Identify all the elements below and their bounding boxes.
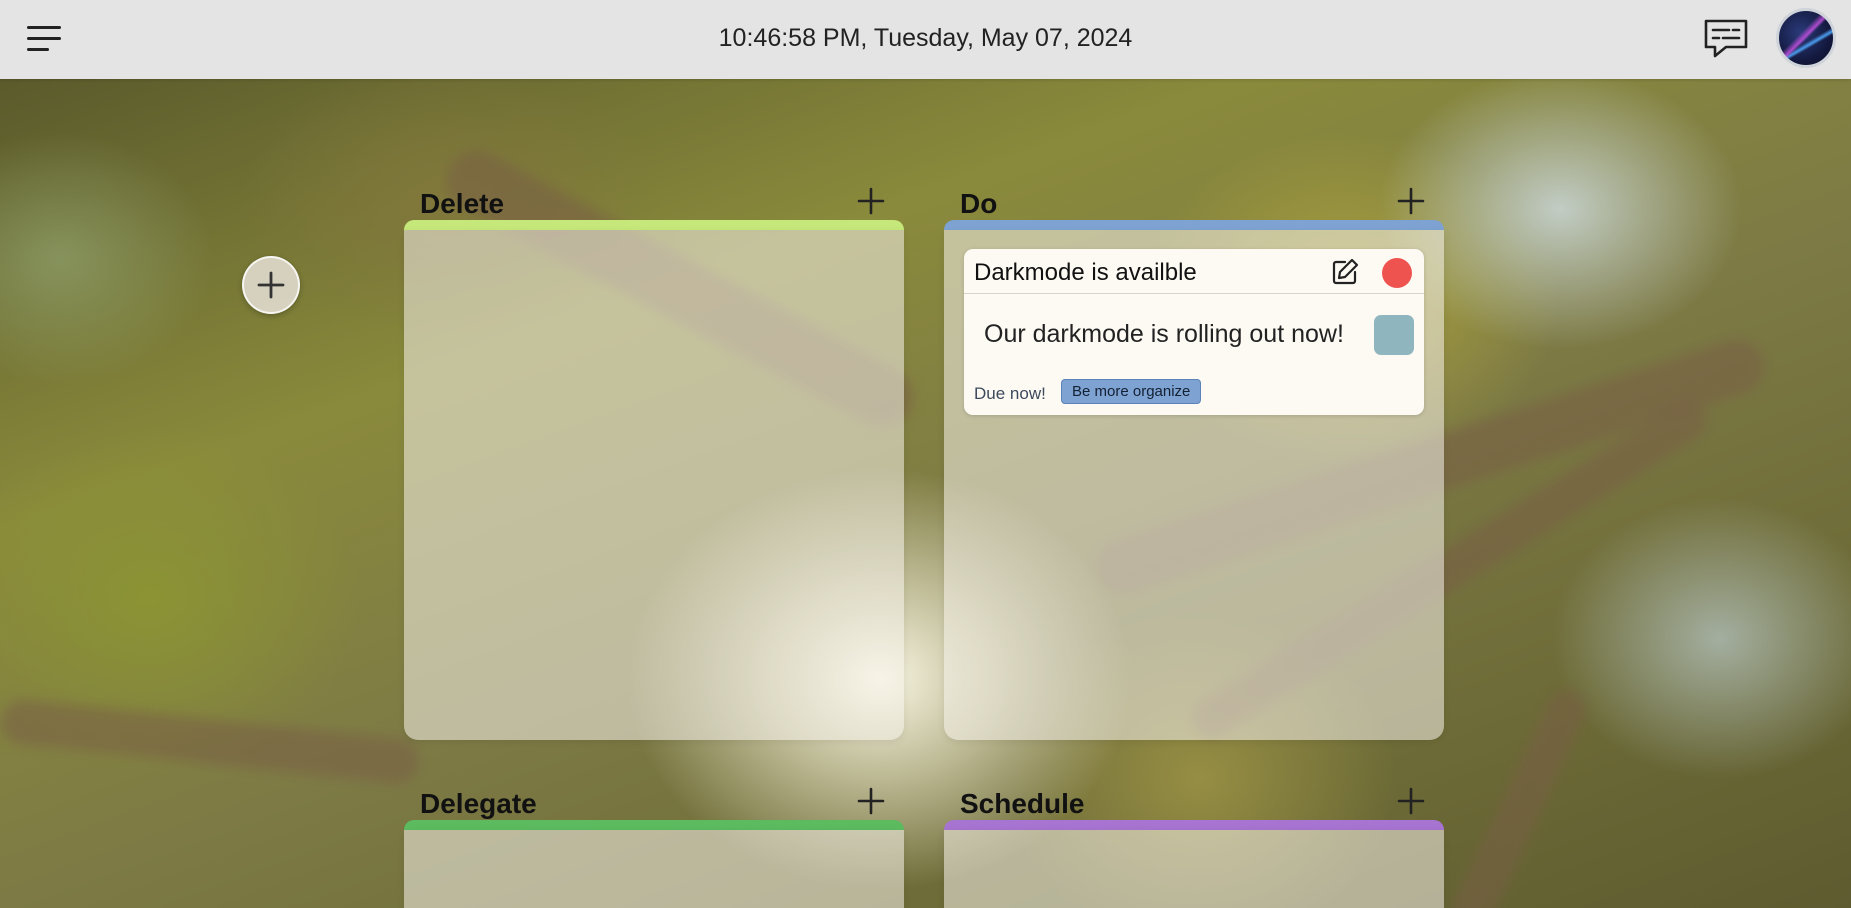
task-divider: [964, 293, 1424, 294]
background-branch: [0, 697, 422, 786]
quadrant-do: Do Darkmode is availble Our darkmode is …: [944, 182, 1444, 740]
quadrant-delegate: Delegate: [404, 782, 904, 908]
plus-icon: [857, 187, 885, 215]
quadrant-task-list: [404, 230, 904, 740]
quadrant-task-list: [944, 830, 1444, 908]
quadrant-title: Do: [960, 188, 998, 219]
edit-pencil-icon[interactable]: [1330, 257, 1360, 287]
current-datetime: 10:46:58 PM, Tuesday, May 07, 2024: [718, 24, 1133, 52]
task-tag[interactable]: Be more organize: [1061, 379, 1202, 404]
quadrant-header: Schedule: [944, 782, 1444, 820]
top-bar: 10:46:58 PM, Tuesday, May 07, 2024: [0, 0, 1851, 79]
background-image: [0, 79, 1851, 908]
quadrant-schedule: Schedule: [944, 782, 1444, 908]
plus-icon: [1397, 187, 1425, 215]
delete-task-button[interactable]: [1382, 258, 1412, 288]
quadrant-color-bar: [944, 220, 1444, 230]
quadrant-color-bar: [944, 820, 1444, 830]
quadrant-add-button[interactable]: [856, 186, 886, 216]
quadrant-task-list: [404, 830, 904, 908]
quadrant-title: Schedule: [960, 788, 1085, 819]
plus-icon: [257, 271, 285, 299]
task-title: Darkmode is availble: [974, 259, 1197, 286]
background-branch: [1446, 682, 1594, 908]
task-description: Our darkmode is rolling out now!: [984, 320, 1344, 348]
quadrant-title: Delete: [420, 188, 505, 219]
user-avatar[interactable]: [1776, 8, 1836, 68]
quadrant-delete: Delete: [404, 182, 904, 740]
quadrant-add-button[interactable]: [856, 786, 886, 816]
chat-bubble-icon[interactable]: [1702, 18, 1750, 60]
quadrant-header: Do: [944, 182, 1444, 220]
quadrant-task-list: Darkmode is availble Our darkmode is rol…: [944, 230, 1444, 740]
quadrant-color-bar: [404, 820, 904, 830]
quadrant-add-button[interactable]: [1396, 786, 1426, 816]
quadrant-color-bar: [404, 220, 904, 230]
quadrant-add-button[interactable]: [1396, 186, 1426, 216]
quadrant-title: Delegate: [420, 788, 537, 819]
quadrant-header: Delete: [404, 182, 904, 220]
task-color-swatch[interactable]: [1374, 315, 1414, 355]
quadrant-header: Delegate: [404, 782, 904, 820]
task-card[interactable]: Darkmode is availble Our darkmode is rol…: [964, 249, 1424, 415]
plus-icon: [1397, 787, 1425, 815]
task-due-label: Due now!: [974, 384, 1046, 403]
plus-icon: [857, 787, 885, 815]
add-task-button[interactable]: [242, 256, 300, 314]
